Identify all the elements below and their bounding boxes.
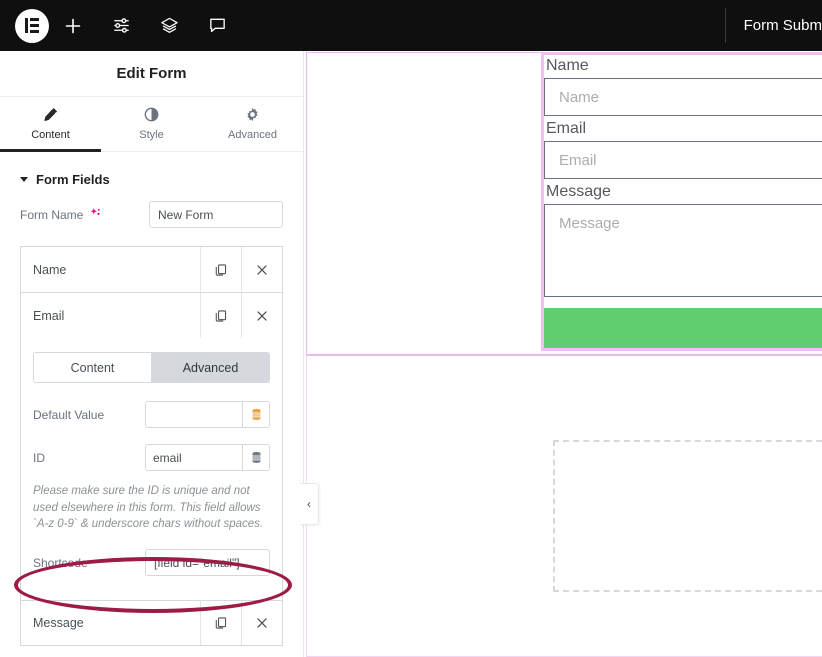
- tab-style[interactable]: Style: [101, 97, 202, 151]
- shortcode-input[interactable]: [field id="email"]: [145, 549, 270, 576]
- preview-textarea-message[interactable]: Message: [544, 204, 822, 297]
- elementor-logo-button[interactable]: [15, 9, 49, 43]
- navigator-layers-icon[interactable]: [145, 0, 193, 51]
- default-value-input[interactable]: [146, 402, 242, 427]
- preview-label-email: Email: [544, 118, 822, 141]
- field-label-email: Email: [21, 293, 200, 338]
- form-name-label: Form Name: [20, 208, 83, 222]
- field-editor-tab-advanced[interactable]: Advanced: [151, 353, 269, 382]
- tab-content-label: Content: [31, 129, 70, 141]
- dynamic-tag-icon[interactable]: [242, 402, 269, 427]
- field-row-email[interactable]: Email: [20, 292, 283, 338]
- duplicate-icon[interactable]: [200, 247, 241, 292]
- shortcode-label: Shortcode: [33, 556, 145, 570]
- tab-content[interactable]: Content: [0, 97, 101, 151]
- page-title: Form Subm: [726, 0, 822, 51]
- ai-sparkle-icon[interactable]: [89, 207, 102, 223]
- preview-input-email[interactable]: Email: [544, 141, 822, 179]
- contrast-icon: [144, 107, 159, 122]
- duplicate-icon[interactable]: [200, 601, 241, 645]
- add-element-icon[interactable]: [49, 0, 97, 51]
- field-label-name: Name: [21, 247, 200, 292]
- top-bar-right: Form Subm: [725, 0, 822, 51]
- panel-body: Form Name New Form Name: [0, 201, 303, 646]
- close-icon[interactable]: [241, 601, 282, 645]
- comments-icon[interactable]: [193, 0, 241, 51]
- field-editor-tab-content[interactable]: Content: [34, 353, 151, 382]
- empty-dropzone[interactable]: [553, 440, 822, 592]
- panel-title: Edit Form: [0, 51, 303, 97]
- id-label: ID: [33, 451, 145, 465]
- form-name-row: Form Name New Form: [20, 201, 283, 228]
- form-name-label-wrap: Form Name: [20, 207, 149, 223]
- default-value-input-group: [145, 401, 270, 428]
- field-row-message[interactable]: Message: [20, 600, 283, 646]
- field-row-name[interactable]: Name: [20, 246, 283, 292]
- id-help-text: Please make sure the ID is unique and no…: [33, 483, 270, 533]
- id-row: ID email: [33, 444, 270, 471]
- default-value-row: Default Value: [33, 401, 270, 428]
- chevron-down-icon: [20, 177, 28, 182]
- form-widget-preview[interactable]: Name Name Email Email Message Message: [541, 52, 822, 351]
- form-fields-list: Name Email: [20, 246, 283, 646]
- form-name-input[interactable]: New Form: [149, 201, 283, 228]
- preview-label-message: Message: [544, 181, 822, 204]
- duplicate-icon[interactable]: [200, 293, 241, 338]
- default-value-label: Default Value: [33, 408, 145, 422]
- id-input-group: email: [145, 444, 270, 471]
- tab-advanced-label: Advanced: [228, 129, 277, 141]
- top-bar-left-tools: [0, 0, 241, 51]
- id-input[interactable]: email: [146, 445, 242, 470]
- elementor-editor: Form Subm Name Name Email Email Message …: [0, 0, 822, 657]
- preview-input-name[interactable]: Name: [544, 78, 822, 116]
- shortcode-row: Shortcode [field id="email"]: [33, 549, 270, 576]
- panel-collapse-handle[interactable]: ‹: [300, 483, 319, 525]
- settings-sliders-icon[interactable]: [97, 0, 145, 51]
- preview-submit-button[interactable]: [544, 308, 822, 348]
- elementor-logo-icon: [25, 18, 40, 33]
- panel-tabs: Content Style Advanced: [0, 97, 303, 152]
- field-label-message: Message: [21, 601, 200, 645]
- dynamic-tag-icon[interactable]: [242, 445, 269, 470]
- close-icon[interactable]: [241, 293, 282, 338]
- close-icon[interactable]: [241, 247, 282, 292]
- tab-style-label: Style: [139, 129, 163, 141]
- tab-advanced[interactable]: Advanced: [202, 97, 303, 151]
- pencil-icon: [43, 107, 58, 122]
- section-form-fields-title: Form Fields: [36, 172, 110, 187]
- top-bar: Form Subm: [0, 0, 822, 51]
- editor-canvas[interactable]: Name Name Email Email Message Message: [304, 51, 822, 657]
- preview-label-name: Name: [544, 55, 822, 78]
- edit-panel: Edit Form Content Style: [0, 51, 304, 657]
- section-form-fields-header[interactable]: Form Fields: [0, 152, 303, 201]
- gear-icon: [245, 107, 260, 122]
- field-editor-email: Content Advanced Default Value: [20, 338, 283, 600]
- field-editor-tabs: Content Advanced: [33, 352, 270, 383]
- chevron-left-icon: ‹: [307, 497, 311, 511]
